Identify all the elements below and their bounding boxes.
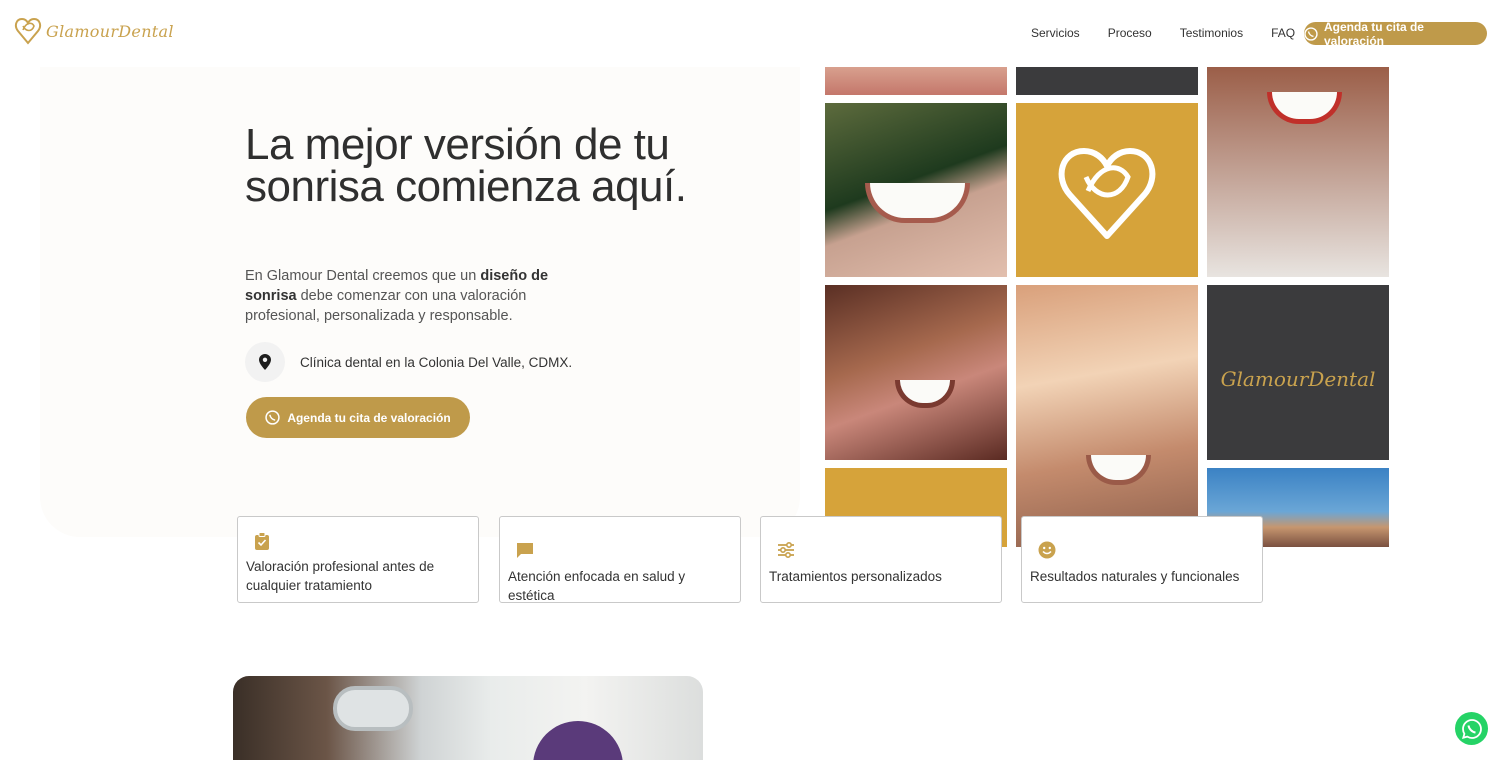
smile-photo-lips [825, 67, 1007, 95]
main-nav: Servicios Proceso Testimonios FAQ [1031, 26, 1295, 40]
whatsapp-icon [1304, 26, 1318, 41]
location-pin-badge [245, 342, 285, 382]
heart-logo-tile [1016, 103, 1198, 277]
dental-lamp-shape [333, 686, 413, 731]
feature-card-resultados: Resultados naturales y funcionales [1021, 516, 1263, 603]
brand-logo[interactable]: GlamourDental [14, 16, 174, 46]
map-pin-icon [259, 354, 271, 370]
smile-photo-woman-sunset [1016, 285, 1198, 547]
nav-link-servicios[interactable]: Servicios [1031, 26, 1080, 40]
nav-link-testimonios[interactable]: Testimonios [1180, 26, 1243, 40]
location-row: Clínica dental en la Colonia Del Valle, … [245, 342, 572, 382]
whatsapp-icon [265, 410, 280, 425]
heart-logo-icon [1058, 148, 1156, 239]
nav-link-faq[interactable]: FAQ [1271, 26, 1295, 40]
location-text: Clínica dental en la Colonia Del Valle, … [300, 354, 573, 370]
feature-card-atencion: Atención enfocada en salud y estética [499, 516, 741, 603]
whatsapp-icon [1461, 718, 1482, 739]
smile-photo-woman-red-lips [1207, 67, 1389, 277]
brand-name-tile: GlamourDental [1207, 285, 1389, 460]
surgical-cap-shape [533, 721, 623, 760]
heart-logo-icon [14, 17, 42, 45]
sliders-icon [778, 542, 794, 558]
smile-photo-woman-curly [825, 285, 1007, 460]
site-header: GlamourDental Servicios Proceso Testimon… [0, 0, 1500, 67]
tile-logo-text: GlamourDental [1220, 367, 1376, 391]
feature-text: Atención enfocada en salud y estética [508, 569, 686, 603]
clipboard-check-icon [255, 532, 269, 550]
nav-link-proceso[interactable]: Proceso [1108, 26, 1152, 40]
logo-text: GlamourDental [46, 21, 174, 41]
hero-intro-part: En Glamour Dental creemos que un [245, 268, 481, 284]
feature-text: Resultados naturales y funcionales [1030, 569, 1240, 584]
smile-icon [1038, 541, 1056, 559]
feature-card-tratamientos: Tratamientos personalizados [760, 516, 1002, 603]
header-cta-label: Agenda tu cita de valoración [1323, 19, 1424, 48]
dark-tile-top [1016, 67, 1198, 95]
whatsapp-float-button[interactable] [1455, 712, 1488, 745]
hero-cta-button[interactable]: Agenda tu cita de valoración [246, 397, 470, 438]
hero-intro: En Glamour Dental creemos que un diseño … [245, 266, 555, 326]
clinic-photo [233, 676, 703, 760]
feature-text: Tratamientos personalizados [769, 569, 942, 584]
chat-bubble-icon [517, 543, 533, 558]
hero-title: La mejor versión de tu sonrisa comienza … [245, 120, 687, 211]
feature-text: Valoración profesional antes de cualquie… [246, 559, 435, 593]
smile-photo-man [825, 103, 1007, 277]
feature-card-valoracion: Valoración profesional antes de cualquie… [237, 516, 479, 603]
header-cta-button[interactable]: Agenda tu cita de valoración [1304, 19, 1487, 48]
hero-cta-label: Agenda tu cita de valoración [287, 410, 451, 425]
